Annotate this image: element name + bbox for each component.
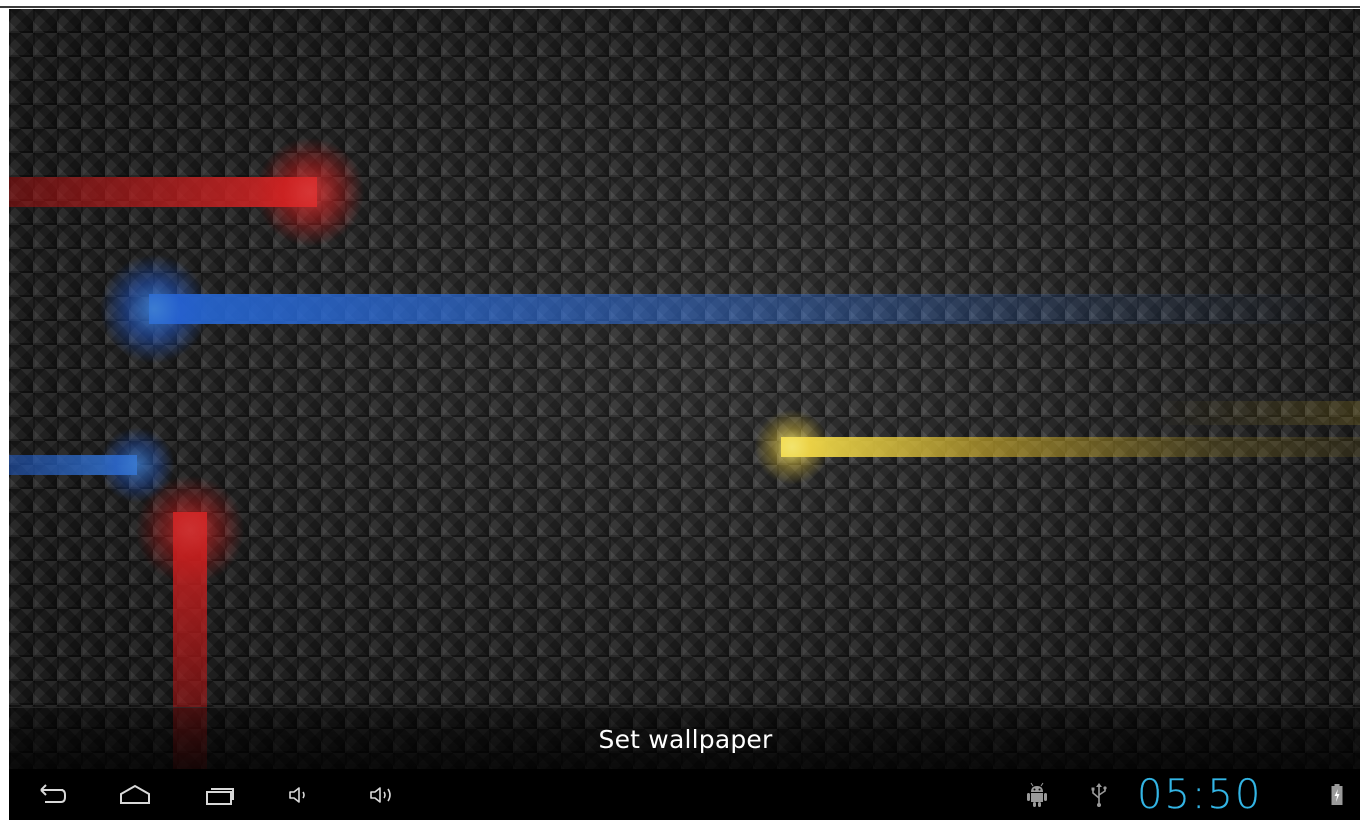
clock[interactable]: 05:50 (1137, 773, 1262, 817)
yellow-light-trail (1149, 401, 1360, 425)
home-button[interactable] (107, 777, 163, 813)
blue-light-glow (99, 254, 209, 364)
blue-light-streak (149, 294, 1360, 324)
volume-up-button[interactable] (355, 777, 411, 813)
top-border (0, 0, 1360, 8)
yellow-light-glow (754, 409, 830, 485)
red-light-glow-lower (135, 475, 245, 585)
battery-charging-icon (1327, 781, 1347, 809)
back-icon (40, 784, 66, 803)
recent-apps-button[interactable] (191, 777, 247, 813)
red-light-streak (9, 177, 317, 207)
recent-apps-icon (206, 788, 234, 805)
set-wallpaper-label: Set wallpaper (598, 724, 773, 754)
usb-icon (1085, 781, 1113, 809)
back-button[interactable] (23, 777, 79, 813)
red-light-glow (255, 137, 365, 247)
tablet-screen: Set wallpaper 05:50 (0, 0, 1360, 820)
blue-light-streak-short (9, 455, 137, 475)
yellow-light-streak (781, 437, 1360, 457)
android-debug-icon (1023, 781, 1051, 809)
volume-down-icon (289, 787, 305, 803)
set-wallpaper-button[interactable]: Set wallpaper (9, 707, 1360, 770)
blue-light-glow-small (99, 427, 175, 503)
live-wallpaper-preview[interactable] (9, 9, 1360, 769)
home-icon (120, 784, 150, 804)
volume-down-button[interactable] (271, 777, 327, 813)
volume-up-icon (370, 787, 391, 803)
system-navigation-bar: 05:50 (9, 769, 1360, 820)
